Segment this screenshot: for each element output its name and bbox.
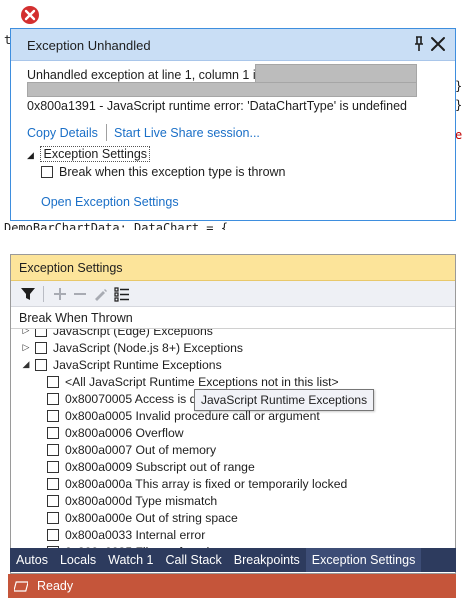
live-share-link[interactable]: Start Live Share session... xyxy=(114,126,260,140)
redacted-path-bar-2 xyxy=(27,82,417,97)
exception-row[interactable]: 0x800a000a This array is fixed or tempor… xyxy=(11,475,455,492)
editor-fragment-paren: }. xyxy=(455,98,464,112)
exception-checkbox[interactable] xyxy=(47,392,59,405)
exception-label: 0x800a000a This array is fixed or tempor… xyxy=(65,476,348,491)
tab-call-stack[interactable]: Call Stack xyxy=(160,548,228,572)
exception-checkbox[interactable] xyxy=(47,511,59,524)
exception-row[interactable]: 0x800a0033 Internal error xyxy=(11,526,455,543)
expand-triangle-icon[interactable]: ▷ xyxy=(21,329,31,336)
status-text: Ready xyxy=(37,579,74,593)
exception-checkbox[interactable] xyxy=(47,409,59,422)
expand-triangle-icon[interactable]: ▷ xyxy=(21,342,31,353)
tooltip-text: JavaScript Runtime Exceptions xyxy=(201,393,368,407)
close-icon[interactable] xyxy=(429,35,447,53)
tab-breakpoints[interactable]: Breakpoints xyxy=(228,548,306,572)
exception-label: JavaScript (Edge) Exceptions xyxy=(53,329,213,338)
exception-row[interactable]: ▷ JavaScript (Edge) Exceptions xyxy=(11,329,455,339)
exception-settings-header: Exception Settings xyxy=(40,146,151,162)
exception-checkbox[interactable] xyxy=(47,443,59,456)
exception-label: 0x800a0009 Subscript out of range xyxy=(65,459,255,474)
error-icon xyxy=(21,6,39,24)
exception-checkbox[interactable] xyxy=(47,426,59,439)
copy-details-link[interactable]: Copy Details xyxy=(27,126,98,140)
exception-row[interactable]: 0x800a0009 Subscript out of range xyxy=(11,458,455,475)
exception-settings-panel: Exception Settings Break When Thrown ▷ Ja… xyxy=(10,254,456,574)
editor-fragment-brace: }, xyxy=(455,79,464,93)
redacted-path-bar xyxy=(255,64,417,83)
exception-checkbox[interactable] xyxy=(47,494,59,507)
exception-row[interactable]: 0x800a0006 Overflow xyxy=(11,424,455,441)
exception-error-message: 0x800a1391 - JavaScript runtime error: '… xyxy=(27,99,407,113)
tab-exception-settings[interactable]: Exception Settings xyxy=(305,548,422,572)
exception-checkbox[interactable] xyxy=(47,460,59,473)
tab-watch-1[interactable]: Watch 1 xyxy=(102,548,159,572)
exception-checkbox[interactable] xyxy=(35,358,47,371)
exception-label: JavaScript (Node.js 8+) Exceptions xyxy=(53,340,244,355)
tab-autos[interactable]: Autos xyxy=(10,548,54,572)
add-icon[interactable] xyxy=(51,285,69,303)
exception-label: 0x800a000e Out of string space xyxy=(65,510,238,525)
filter-icon[interactable] xyxy=(19,285,37,303)
collapse-triangle-icon[interactable]: ◢ xyxy=(21,359,31,370)
toolbar-separator xyxy=(43,286,44,302)
exception-settings-section[interactable]: ◢ Exception Settings xyxy=(27,146,151,162)
exception-label: <All JavaScript Runtime Exceptions not i… xyxy=(65,374,339,389)
tab-locals[interactable]: Locals xyxy=(54,548,102,572)
exception-label: JavaScript Runtime Exceptions xyxy=(53,357,222,372)
exception-label: 0x800a0033 Internal error xyxy=(65,527,206,542)
view-list-icon[interactable] xyxy=(113,285,131,303)
code-line-text: DemoBarChartData: DataChart = { xyxy=(4,221,228,230)
exception-checkbox[interactable] xyxy=(35,341,47,354)
status-icon xyxy=(14,581,28,592)
exception-checkbox[interactable] xyxy=(47,477,59,490)
debug-tab-strip: Autos Locals Watch 1 Call Stack Breakpoints E… xyxy=(10,548,456,572)
exception-tree: ▷ JavaScript (Edge) Exceptions ▷ JavaScript… xyxy=(11,329,455,573)
edit-icon[interactable] xyxy=(91,285,109,303)
exception-label: 0x800a000d Type mismatch xyxy=(65,493,218,508)
exception-popup: Exception Unhandled Unhandled exception … xyxy=(10,28,456,221)
panel-toolbar xyxy=(11,281,455,307)
exception-label: 0x800a0007 Out of memory xyxy=(65,442,217,457)
exception-popup-title: Exception Unhandled xyxy=(27,38,151,53)
editor-code-line: DemoBarChartData: DataChart = { xyxy=(4,221,264,230)
editor-fragment-red: e xyxy=(455,128,463,142)
collapse-triangle-icon[interactable]: ◢ xyxy=(27,150,37,161)
panel-title: Exception Settings xyxy=(19,261,123,275)
exception-popup-titlebar: Exception Unhandled xyxy=(11,29,455,61)
exception-row[interactable]: ◢ JavaScript Runtime Exceptions xyxy=(11,356,455,373)
status-bar: Ready xyxy=(8,574,456,598)
exception-message-prefix: Unhandled exception at line 1, column 1 … xyxy=(27,68,263,82)
exception-label: 0x800a0006 Overflow xyxy=(65,425,184,440)
exception-row[interactable]: 0x800a0007 Out of memory xyxy=(11,441,455,458)
break-when-thrown-row[interactable]: Break when this exception type is thrown xyxy=(41,165,286,179)
link-separator xyxy=(106,124,107,141)
exception-checkbox[interactable] xyxy=(35,329,47,337)
exception-row[interactable]: 0x800a000d Type mismatch xyxy=(11,492,455,509)
exception-row[interactable]: ▷ JavaScript (Node.js 8+) Exceptions xyxy=(11,339,455,356)
break-when-thrown-label: Break when this exception type is thrown xyxy=(59,165,286,179)
column-header-label: Break When Thrown xyxy=(19,311,133,325)
column-header[interactable]: Break When Thrown xyxy=(11,307,455,329)
exception-row[interactable]: 0x800a000e Out of string space xyxy=(11,509,455,526)
exception-row[interactable]: <All JavaScript Runtime Exceptions not i… xyxy=(11,373,455,390)
tooltip: JavaScript Runtime Exceptions xyxy=(194,389,375,411)
exception-checkbox[interactable] xyxy=(47,375,59,388)
open-exception-settings-link[interactable]: Open Exception Settings xyxy=(41,195,179,209)
remove-icon[interactable] xyxy=(71,285,89,303)
exception-checkbox[interactable] xyxy=(47,528,59,541)
pin-icon[interactable] xyxy=(413,36,425,52)
break-when-thrown-checkbox[interactable] xyxy=(41,166,53,178)
panel-titlebar: Exception Settings xyxy=(11,255,455,281)
